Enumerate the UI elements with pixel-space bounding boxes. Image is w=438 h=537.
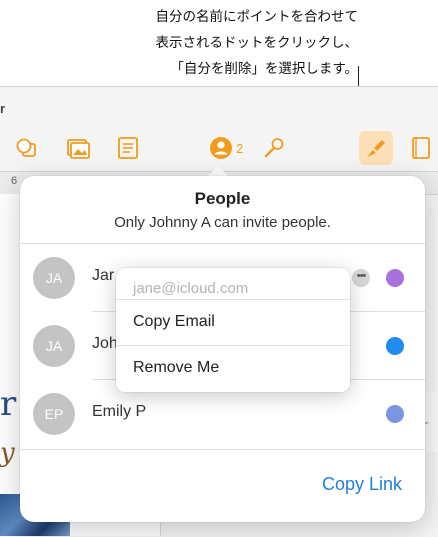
divider <box>116 345 350 346</box>
comment-icon[interactable] <box>115 135 141 161</box>
more-options-button[interactable]: ••• <box>352 269 370 287</box>
divider <box>116 299 350 300</box>
collaborator-count: 2 <box>236 141 244 156</box>
shape-icon[interactable] <box>14 135 40 161</box>
document-icon[interactable] <box>408 135 434 161</box>
person-options-menu: jane@icloud.com Copy Email Remove Me <box>116 268 350 392</box>
callout-line-3: 「自分を削除」を選択します。 <box>170 61 358 77</box>
remove-me-menu-item[interactable]: Remove Me <box>133 359 219 377</box>
avatar: EP <box>33 393 75 435</box>
media-icon[interactable] <box>65 135 91 161</box>
person-name: Joh <box>92 335 118 352</box>
person-color-dot <box>386 405 404 423</box>
collaborate-icon[interactable] <box>208 135 234 161</box>
document-heading-fragment: r <box>0 384 17 424</box>
popover-title: People <box>194 189 251 208</box>
person-color-dot <box>386 269 404 287</box>
popover-subtitle: Only Johnny A can invite people. <box>114 214 331 231</box>
copy-email-menu-item[interactable]: Copy Email <box>133 313 215 331</box>
divider <box>20 449 425 450</box>
callout-annotation: 自分の名前にポイントを合わせて 表示されるドットをクリックし、 「自分を削除」を… <box>0 0 438 86</box>
wrench-icon[interactable] <box>260 135 286 161</box>
window-title-fragment: r <box>0 101 6 116</box>
document-subheading-fragment: y <box>0 438 15 468</box>
callout-text: 自分の名前にポイントを合わせて 表示されるドットをクリックし、 「自分を削除」を… <box>156 4 359 82</box>
menu-email: jane@icloud.com <box>133 280 249 297</box>
avatar: JA <box>33 257 75 299</box>
avatar: JA <box>33 325 75 367</box>
copy-link-button[interactable]: Copy Link <box>322 474 402 495</box>
format-paintbrush-icon[interactable] <box>363 135 389 161</box>
person-name: Emily P <box>92 403 147 420</box>
person-color-dot <box>386 337 404 355</box>
callout-line-1: 自分の名前にポイントを合わせて <box>155 9 359 25</box>
ruler-number: 6 <box>11 175 18 187</box>
toolbar: 2 <box>0 129 438 169</box>
person-name: Jar <box>92 267 115 284</box>
callout-line-2: 表示されるドットをクリックし、 <box>155 35 359 51</box>
